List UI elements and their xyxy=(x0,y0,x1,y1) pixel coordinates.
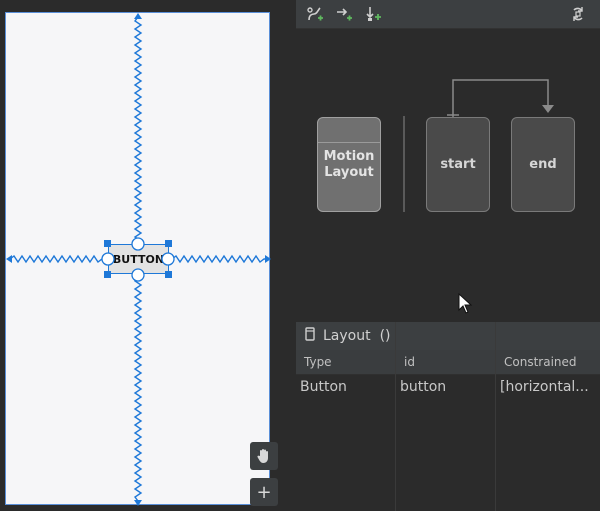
layout-icon xyxy=(305,327,315,345)
end-label: end xyxy=(529,156,557,172)
column-type[interactable]: Type xyxy=(296,350,396,374)
graph-separator xyxy=(403,116,405,212)
button-widget[interactable]: BUTTON xyxy=(108,244,169,274)
design-canvas[interactable]: BUTTON xyxy=(5,12,271,506)
table-header: Type id Constrained xyxy=(296,350,600,375)
left-constraint xyxy=(9,254,106,264)
transition-arrow[interactable] xyxy=(296,29,600,129)
attributes-title: Layout xyxy=(323,328,371,344)
button-widget-label: BUTTON xyxy=(112,252,165,266)
attributes-suffix: () xyxy=(379,328,391,344)
cell-constrained: [horizontal... xyxy=(500,379,589,395)
plus-icon: + xyxy=(256,481,272,503)
zoom-in-button[interactable]: + xyxy=(250,478,278,506)
column-constrained[interactable]: Constrained xyxy=(496,350,600,374)
table-row[interactable]: Button button [horizontal... xyxy=(296,374,600,400)
motion-editor-panel: Motion Layout start end Layout () Type i xyxy=(296,0,600,511)
motion-layout-label: Motion Layout xyxy=(323,148,375,180)
hand-icon xyxy=(255,447,273,465)
create-click-handler-icon[interactable] xyxy=(362,3,384,25)
column-id[interactable]: id xyxy=(396,350,496,374)
top-constraint xyxy=(133,16,143,240)
cell-type: Button xyxy=(300,379,347,395)
card-divider xyxy=(318,142,380,143)
column-separator xyxy=(395,322,396,511)
cycle-icon[interactable] xyxy=(567,3,589,25)
motion-layout-card[interactable]: Motion Layout xyxy=(317,117,381,212)
start-constraintset-card[interactable]: start xyxy=(426,117,490,212)
column-separator xyxy=(495,322,496,511)
end-constraintset-card[interactable]: end xyxy=(511,117,575,212)
cell-id: button xyxy=(400,379,447,395)
start-label: start xyxy=(440,156,476,172)
attributes-header: Layout () xyxy=(296,322,600,350)
mouse-pointer-icon xyxy=(458,293,473,314)
create-transition-icon[interactable] xyxy=(333,3,355,25)
motion-editor-toolbar xyxy=(296,0,600,29)
attributes-panel: Layout () Type id Constrained Button but… xyxy=(296,322,600,511)
create-constraintset-icon[interactable] xyxy=(304,3,326,25)
right-constraint xyxy=(171,254,267,264)
pan-tool-button[interactable] xyxy=(250,442,278,470)
layout-preview-area: BUTTON + xyxy=(0,0,296,511)
motion-graph: Motion Layout start end xyxy=(296,29,600,321)
bottom-constraint xyxy=(133,276,143,502)
